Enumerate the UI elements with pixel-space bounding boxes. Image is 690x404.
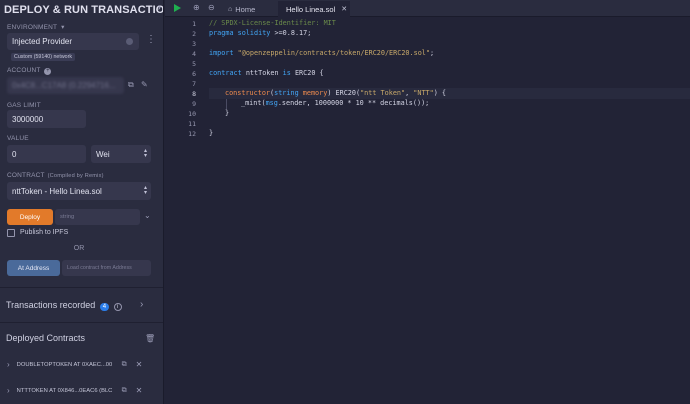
deployed-contract-name: DOUBLETOPTOKEN AT 0XAEC...00 (16, 362, 113, 368)
account-select[interactable]: 0x4C8...C17A8 (0.2294716... (7, 77, 124, 94)
divider (0, 287, 163, 288)
code-line: // SPDX-License-Identifier: MIT (209, 19, 336, 27)
contract-label: CONTRACT (Compiled by Remix) (7, 172, 104, 179)
publish-checkbox[interactable] (7, 229, 15, 237)
code-line: } (225, 109, 230, 117)
chevron-right-icon[interactable]: › (7, 361, 10, 369)
at-address-button[interactable]: At Address (7, 260, 60, 276)
value-unit-select[interactable]: Wei ▴ ▾ (91, 145, 151, 163)
contract-value: nttToken - Hello Linea.sol (12, 186, 102, 196)
value-input[interactable]: 0 (7, 145, 86, 163)
environment-label: ENVIRONMENT ▾ (7, 24, 65, 31)
code-line: import "@openzeppelin/contracts/token/ER… (209, 49, 435, 57)
deploy-args-input[interactable]: string (55, 209, 140, 225)
indent-guide (226, 99, 227, 109)
at-address-input[interactable]: Load contract from Address (62, 260, 151, 276)
code-line: constructor(string memory) ERC20("ntt To… (225, 89, 447, 97)
kebab-menu-icon[interactable]: ⋮ (146, 35, 156, 45)
plus-icon[interactable]: + (44, 68, 52, 75)
panel-header: DEPLOY & RUN TRANSACTIONS ✔ › (4, 2, 164, 18)
line-number: 3 (192, 40, 196, 48)
contract-note: (Compiled by Remix) (47, 173, 104, 179)
close-icon[interactable]: ✕ (136, 387, 143, 395)
line-number: 1 (192, 20, 196, 28)
code-line: pragma solidity >=0.8.17; (209, 29, 312, 37)
code-editor[interactable]: // SPDX-License-Identifier: MIT pragma s… (209, 17, 690, 404)
transactions-count-badge: 4 (99, 303, 110, 311)
chevron-right-icon[interactable]: › (158, 2, 161, 13)
close-icon[interactable]: ✕ (136, 361, 143, 369)
edit-icon[interactable]: ✎ (141, 81, 148, 89)
code-line: _mint(msg.sender, 1000000 * 10 ** decima… (241, 99, 430, 107)
chevron-right-icon[interactable]: › (7, 387, 10, 395)
home-icon: ⌂ (228, 5, 233, 13)
value-label: VALUE (7, 135, 29, 142)
publish-label: Publish to IPFS (20, 229, 69, 236)
chevron-right-icon[interactable]: › (140, 300, 143, 310)
funnel-icon[interactable]: ▾ (61, 24, 64, 31)
line-number: 11 (188, 120, 196, 128)
environment-value: Injected Provider (12, 37, 73, 46)
copy-icon[interactable]: ⧉ (128, 81, 134, 89)
gas-limit-input[interactable]: 3000000 (7, 110, 86, 128)
editor-tab-bar: ⊕ ⊖ ⌂ Home Hello Linea.sol ✕ (165, 0, 690, 17)
account-value: 0x4C8...C17A8 (0.2294716... (12, 81, 116, 90)
line-number-gutter: 1 2 3 4 5 6 7 8 9 10 11 12 (165, 17, 207, 404)
line-number: 6 (192, 70, 196, 78)
trash-icon[interactable]: 🗑 (145, 335, 155, 343)
tab-hello-linea[interactable]: Hello Linea.sol ✕ (278, 1, 350, 17)
remix-ide: DEPLOY & RUN TRANSACTIONS ✔ › ENVIRONMEN… (0, 0, 690, 404)
environment-select[interactable]: Injected Provider (7, 33, 139, 50)
chevron-down-icon[interactable]: ⌄ (144, 212, 151, 220)
tab-label: Home (235, 4, 256, 14)
provider-status-icon (126, 38, 133, 45)
divider (0, 322, 163, 323)
deployed-contracts-label: Deployed Contracts (6, 333, 86, 343)
select-arrows-icon: ▴ ▾ (143, 185, 147, 196)
transactions-label: Transactions recorded (6, 300, 96, 310)
code-line: contract nttToken is ERC20 { (209, 69, 324, 77)
line-number: 10 (188, 110, 196, 118)
deployed-contract-name: NTTTOKEN AT 0X846...0EAC6 (BLC (16, 388, 113, 394)
line-number: 7 (192, 80, 196, 88)
run-icon[interactable] (174, 4, 181, 12)
value-unit: Wei (96, 149, 110, 159)
deployed-contract-item[interactable]: › DOUBLETOPTOKEN AT 0XAEC...00 ⧉ ✕ (0, 356, 163, 374)
network-tag: Custom (59140) network (11, 53, 75, 61)
zoom-in-icon[interactable]: ⊕ (193, 4, 200, 12)
copy-icon[interactable]: ⧉ (122, 387, 127, 395)
panel-title: DEPLOY & RUN TRANSACTIONS (4, 4, 164, 16)
line-number: 9 (192, 100, 196, 108)
close-icon[interactable]: ✕ (341, 5, 347, 13)
deploy-run-panel: DEPLOY & RUN TRANSACTIONS ✔ › ENVIRONMEN… (0, 0, 164, 404)
gas-limit-label: GAS LIMIT (7, 102, 41, 109)
line-number: 5 (192, 60, 196, 68)
line-number: 12 (188, 130, 196, 138)
transactions-recorded[interactable]: Transactions recorded 4 i (6, 300, 122, 311)
zoom-out-icon[interactable]: ⊖ (208, 4, 215, 12)
deploy-button[interactable]: Deploy (7, 209, 53, 225)
select-arrows-icon: ▴ ▾ (143, 148, 147, 159)
code-line: } (209, 129, 214, 137)
account-label: ACCOUNT + (7, 67, 52, 75)
line-number: 2 (192, 30, 196, 38)
line-number: 8 (192, 90, 196, 98)
copy-icon[interactable]: ⧉ (122, 361, 127, 369)
contract-select[interactable]: nttToken - Hello Linea.sol ▴ ▾ (7, 182, 151, 200)
tab-label: Hello Linea.sol (286, 4, 336, 14)
info-icon[interactable]: i (113, 303, 122, 311)
line-number: 4 (192, 50, 196, 58)
or-label: OR (73, 245, 85, 252)
deployed-contract-item[interactable]: › NTTTOKEN AT 0X846...0EAC6 (BLC ⧉ ✕ (0, 382, 163, 400)
tab-home[interactable]: ⌂ Home (222, 1, 272, 17)
